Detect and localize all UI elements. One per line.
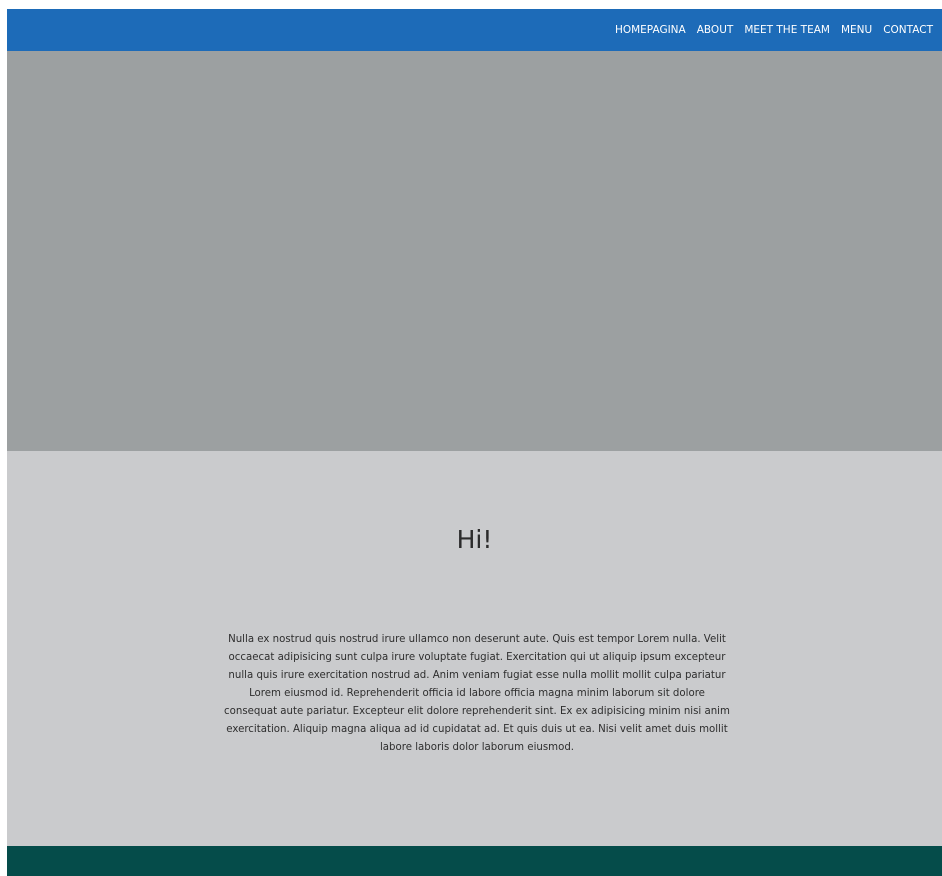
- section-body-text: Nulla ex nostrud quis nostrud irure ulla…: [224, 634, 730, 753]
- top-navbar: HOMEPAGINA ABOUT MEET THE TEAM MENU CONT…: [7, 9, 942, 51]
- section-heading: Hi!: [456, 525, 493, 554]
- nav-link-meet-the-team[interactable]: MEET THE TEAM: [744, 24, 830, 36]
- intro-section: Hi! Nulla ex nostrud quis nostrud irure …: [7, 451, 942, 846]
- hero-banner: [7, 51, 942, 451]
- nav-link-contact[interactable]: CONTACT: [883, 24, 933, 36]
- nav-link-menu[interactable]: MENU: [841, 24, 872, 36]
- nav-link-about[interactable]: ABOUT: [697, 24, 734, 36]
- nav-link-homepagina[interactable]: HOMEPAGINA: [615, 24, 686, 36]
- page-footer: [7, 846, 942, 876]
- page: HOMEPAGINA ABOUT MEET THE TEAM MENU CONT…: [0, 0, 942, 876]
